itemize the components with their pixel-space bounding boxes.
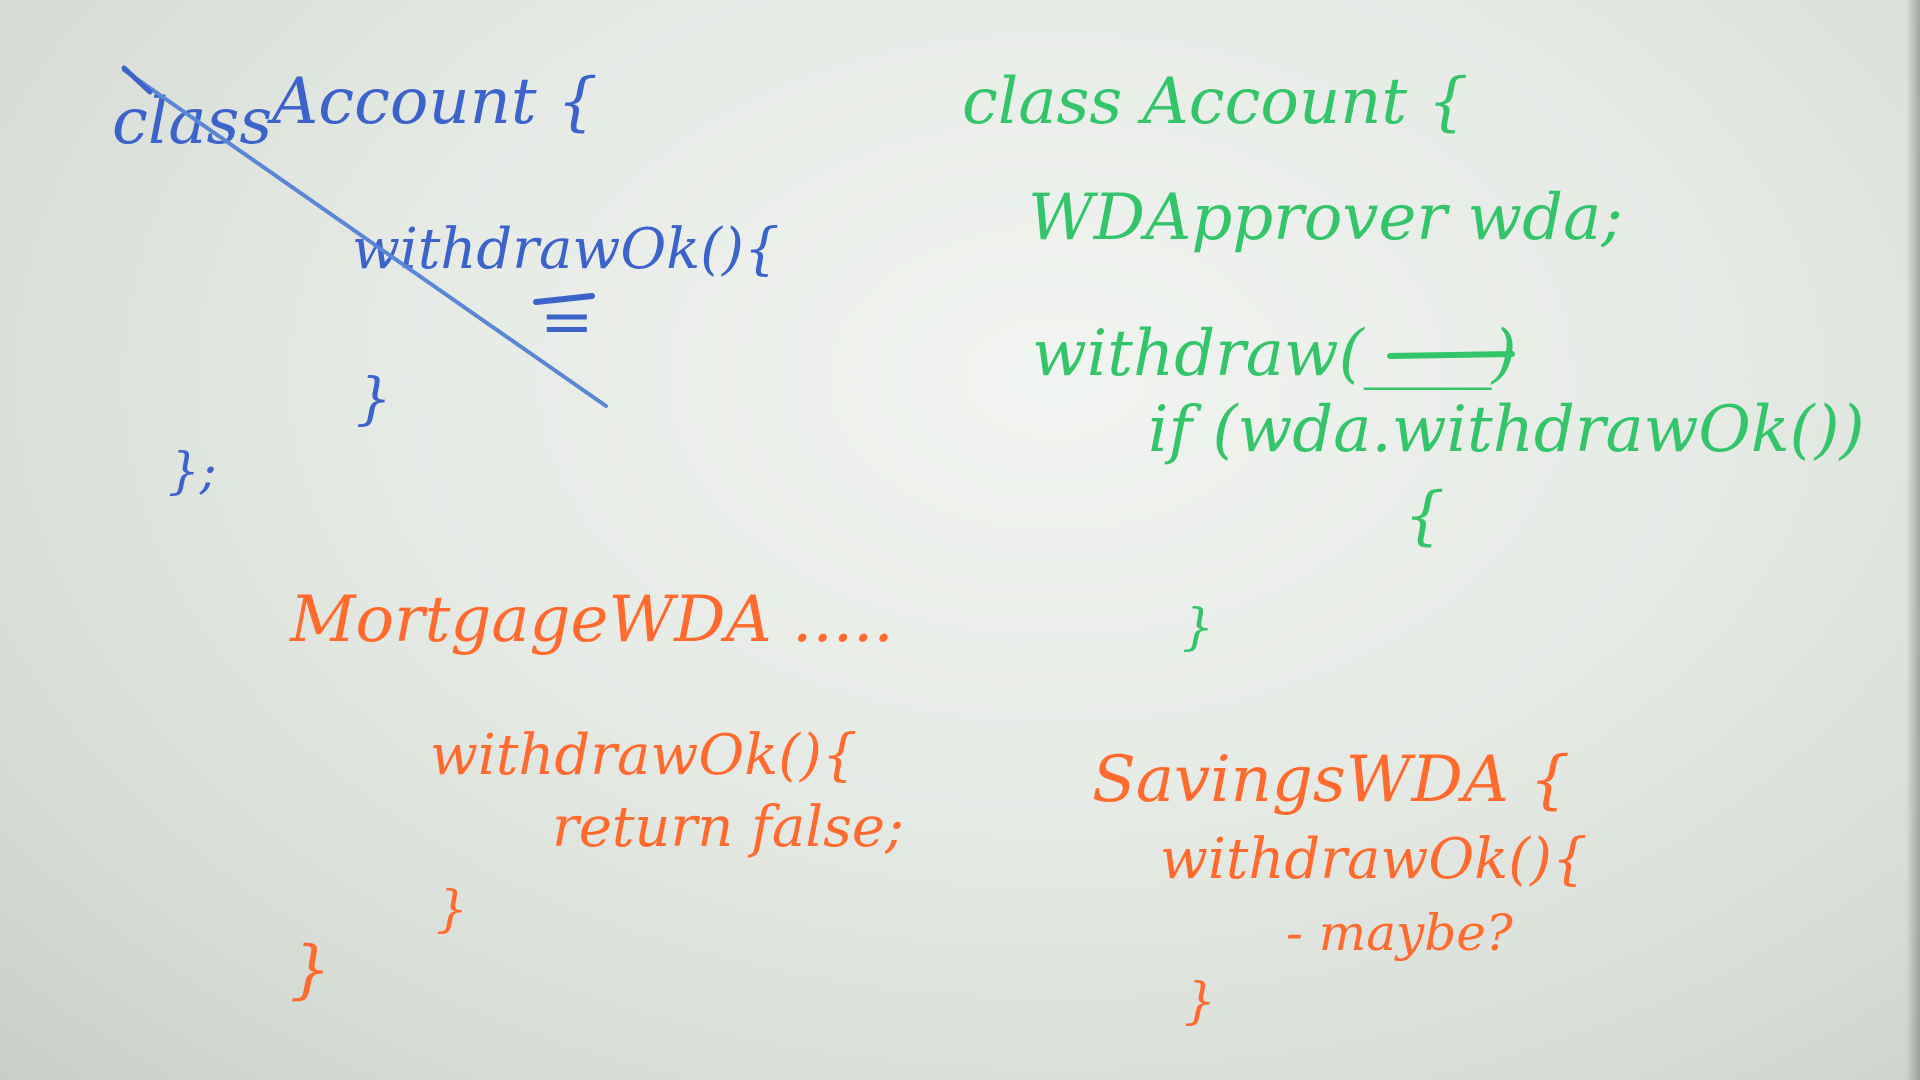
- whiteboard: class Account { withdrawOk(){ = } }; cla…: [0, 0, 1920, 1080]
- green-if-line: if (wda.withdrawOk()): [1148, 393, 1865, 467]
- mortgage-class-close: }: [290, 933, 331, 1007]
- blue-class-name: Account {: [272, 65, 598, 139]
- marker-strokes: [121, 65, 1515, 408]
- green-field-line: WDApprover wda;: [1028, 181, 1623, 255]
- mortgage-return-line: return false;: [552, 795, 904, 860]
- mortgage-class-line: MortgageWDA .....: [290, 583, 894, 657]
- green-brace-open: {: [1404, 479, 1445, 553]
- blue-method-close: }: [356, 367, 392, 432]
- savings-comment-line: - maybe?: [1286, 904, 1513, 962]
- green-brace-close: }: [1182, 598, 1214, 656]
- savings-method-line: withdrawOk(){: [1160, 827, 1588, 892]
- green-method-line: withdraw(____): [1032, 317, 1517, 391]
- blue-class-keyword: class: [112, 85, 273, 159]
- blue-method-line: withdrawOk(){: [352, 217, 780, 282]
- mortgage-method-close: }: [436, 880, 468, 938]
- savings-class-close: }: [1184, 972, 1216, 1030]
- blue-body-line: =: [540, 285, 594, 359]
- savings-class-line: SavingsWDA {: [1092, 743, 1571, 817]
- board-edge-shadow: [1906, 0, 1920, 1080]
- blue-class-close: };: [168, 442, 217, 500]
- mortgage-method-line: withdrawOk(){: [430, 723, 858, 788]
- green-class-line: class Account {: [962, 65, 1469, 139]
